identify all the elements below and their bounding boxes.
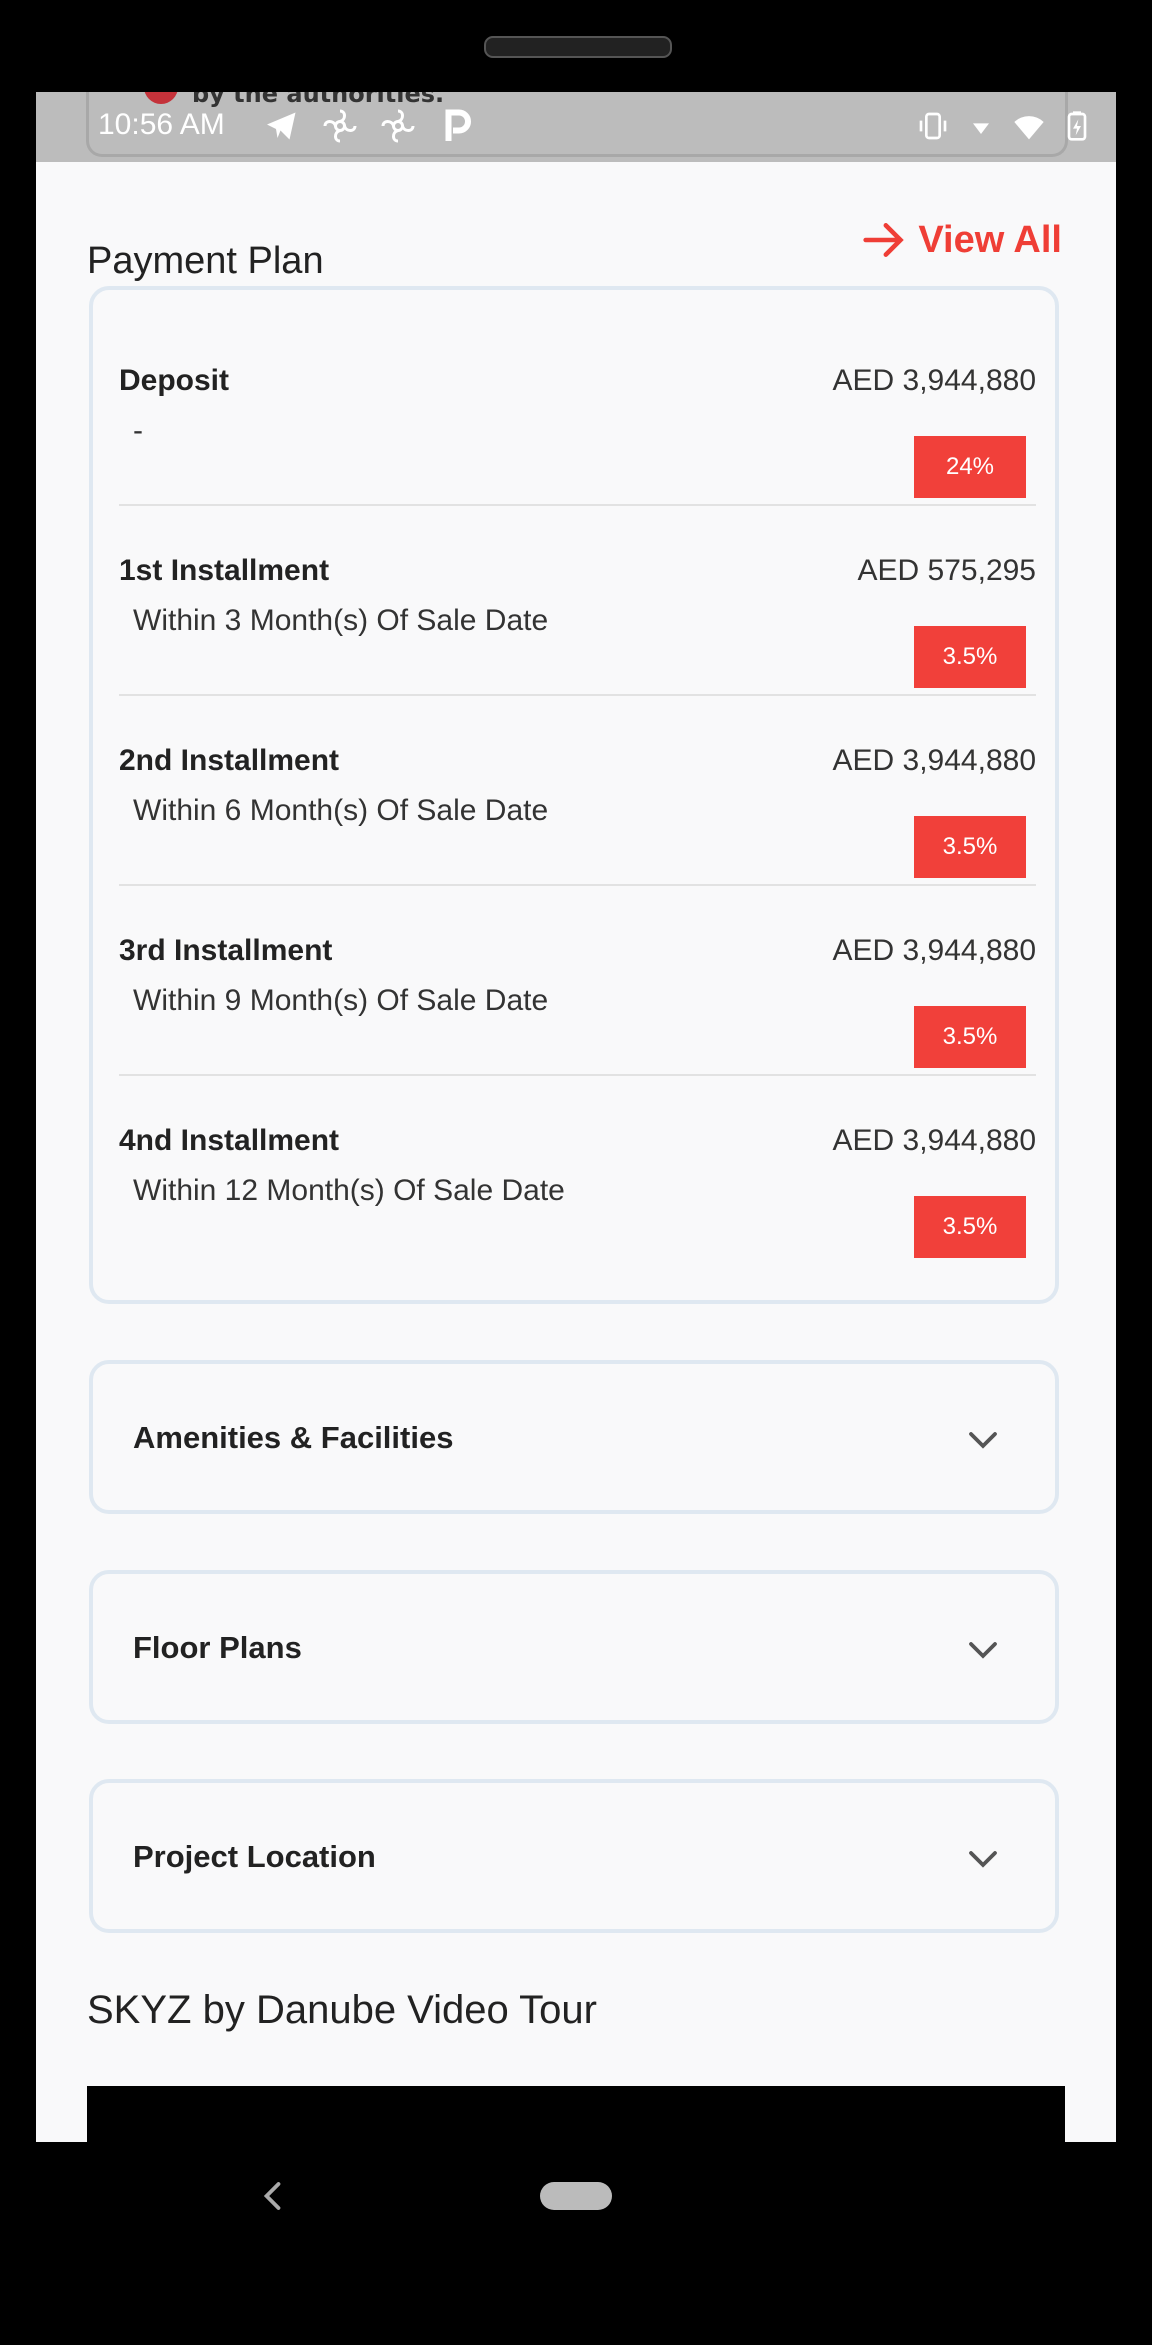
pinwheel-icon xyxy=(381,109,415,143)
accordion-amenities[interactable]: Amenities & Facilities xyxy=(89,1360,1059,1514)
arrow-right-icon xyxy=(863,223,905,257)
wifi-icon xyxy=(1014,116,1044,140)
chevron-down-icon xyxy=(969,1432,997,1449)
payment-name: 1st Installment xyxy=(119,554,330,587)
payment-name: 3rd Installment xyxy=(119,934,333,967)
percent-badge: 3.5% xyxy=(914,626,1026,688)
p-app-icon xyxy=(445,109,471,141)
home-pill[interactable] xyxy=(540,2182,612,2210)
vibrate-icon xyxy=(919,112,947,140)
payment-desc: Within 3 Month(s) Of Sale Date xyxy=(133,604,549,637)
payment-row: 2nd Installment Within 6 Month(s) Of Sal… xyxy=(119,694,1036,886)
payment-amount: AED 575,295 xyxy=(857,554,1036,587)
payment-amount: AED 3,944,880 xyxy=(832,744,1036,777)
video-player[interactable] xyxy=(87,2086,1065,2142)
payment-row: 3rd Installment Within 9 Month(s) Of Sal… xyxy=(119,884,1036,1076)
back-icon[interactable] xyxy=(256,2178,292,2214)
percent-badge: 3.5% xyxy=(914,1196,1026,1258)
percent-badge: 24% xyxy=(914,436,1026,498)
payment-name: Deposit xyxy=(119,364,230,397)
view-all-link[interactable]: View All xyxy=(862,218,1062,262)
page-content: Payment Plan View All Deposit - AED 3,94… xyxy=(36,162,1116,2142)
payment-desc: Within 9 Month(s) Of Sale Date xyxy=(133,984,549,1017)
phone-frame: by the authorities. 10:56 AM Payment Pla… xyxy=(0,0,1152,2345)
payment-amount: AED 3,944,880 xyxy=(832,364,1036,397)
accordion-label: Floor Plans xyxy=(133,1630,302,1665)
pinwheel-icon xyxy=(323,109,357,143)
payment-amount: AED 3,944,880 xyxy=(832,1124,1036,1157)
status-system-icons xyxy=(916,110,1094,142)
accordion-label: Amenities & Facilities xyxy=(133,1420,454,1455)
percent-badge: 3.5% xyxy=(914,816,1026,878)
payment-plan-card: Deposit - AED 3,944,880 24% 1st Installm… xyxy=(89,286,1059,1304)
battery-icon xyxy=(1067,111,1087,141)
accordion-floor-plans[interactable]: Floor Plans xyxy=(89,1570,1059,1724)
payment-desc: Within 6 Month(s) Of Sale Date xyxy=(133,794,549,827)
video-tour-title: SKYZ by Danube Video Tour xyxy=(87,1988,597,2032)
payment-row: 4nd Installment Within 12 Month(s) Of Sa… xyxy=(119,1074,1036,1264)
accordion-project-location[interactable]: Project Location xyxy=(89,1779,1059,1933)
payment-name: 2nd Installment xyxy=(119,744,340,777)
status-app-icons xyxy=(264,108,474,144)
signal-icon xyxy=(973,123,989,134)
chevron-down-icon xyxy=(969,1642,997,1659)
percent-badge: 3.5% xyxy=(914,1006,1026,1068)
view-all-label: View All xyxy=(918,218,1062,261)
payment-row: Deposit - AED 3,944,880 24% xyxy=(119,314,1036,506)
accordion-label: Project Location xyxy=(133,1839,376,1874)
payment-desc: Within 12 Month(s) Of Sale Date xyxy=(133,1174,565,1207)
telegram-icon xyxy=(267,112,296,140)
payment-amount: AED 3,944,880 xyxy=(832,934,1036,967)
status-bar: by the authorities. 10:56 AM xyxy=(36,92,1116,162)
payment-name: 4nd Installment xyxy=(119,1124,340,1157)
screen: by the authorities. 10:56 AM Payment Pla… xyxy=(36,92,1116,2142)
android-nav-bar xyxy=(36,2142,1116,2287)
payment-desc: - xyxy=(133,414,143,447)
chevron-down-icon xyxy=(969,1851,997,1868)
payment-row: 1st Installment Within 3 Month(s) Of Sal… xyxy=(119,504,1036,696)
payment-plan-title: Payment Plan xyxy=(87,240,324,282)
status-time: 10:56 AM xyxy=(98,108,225,141)
speaker-grille xyxy=(484,36,672,58)
